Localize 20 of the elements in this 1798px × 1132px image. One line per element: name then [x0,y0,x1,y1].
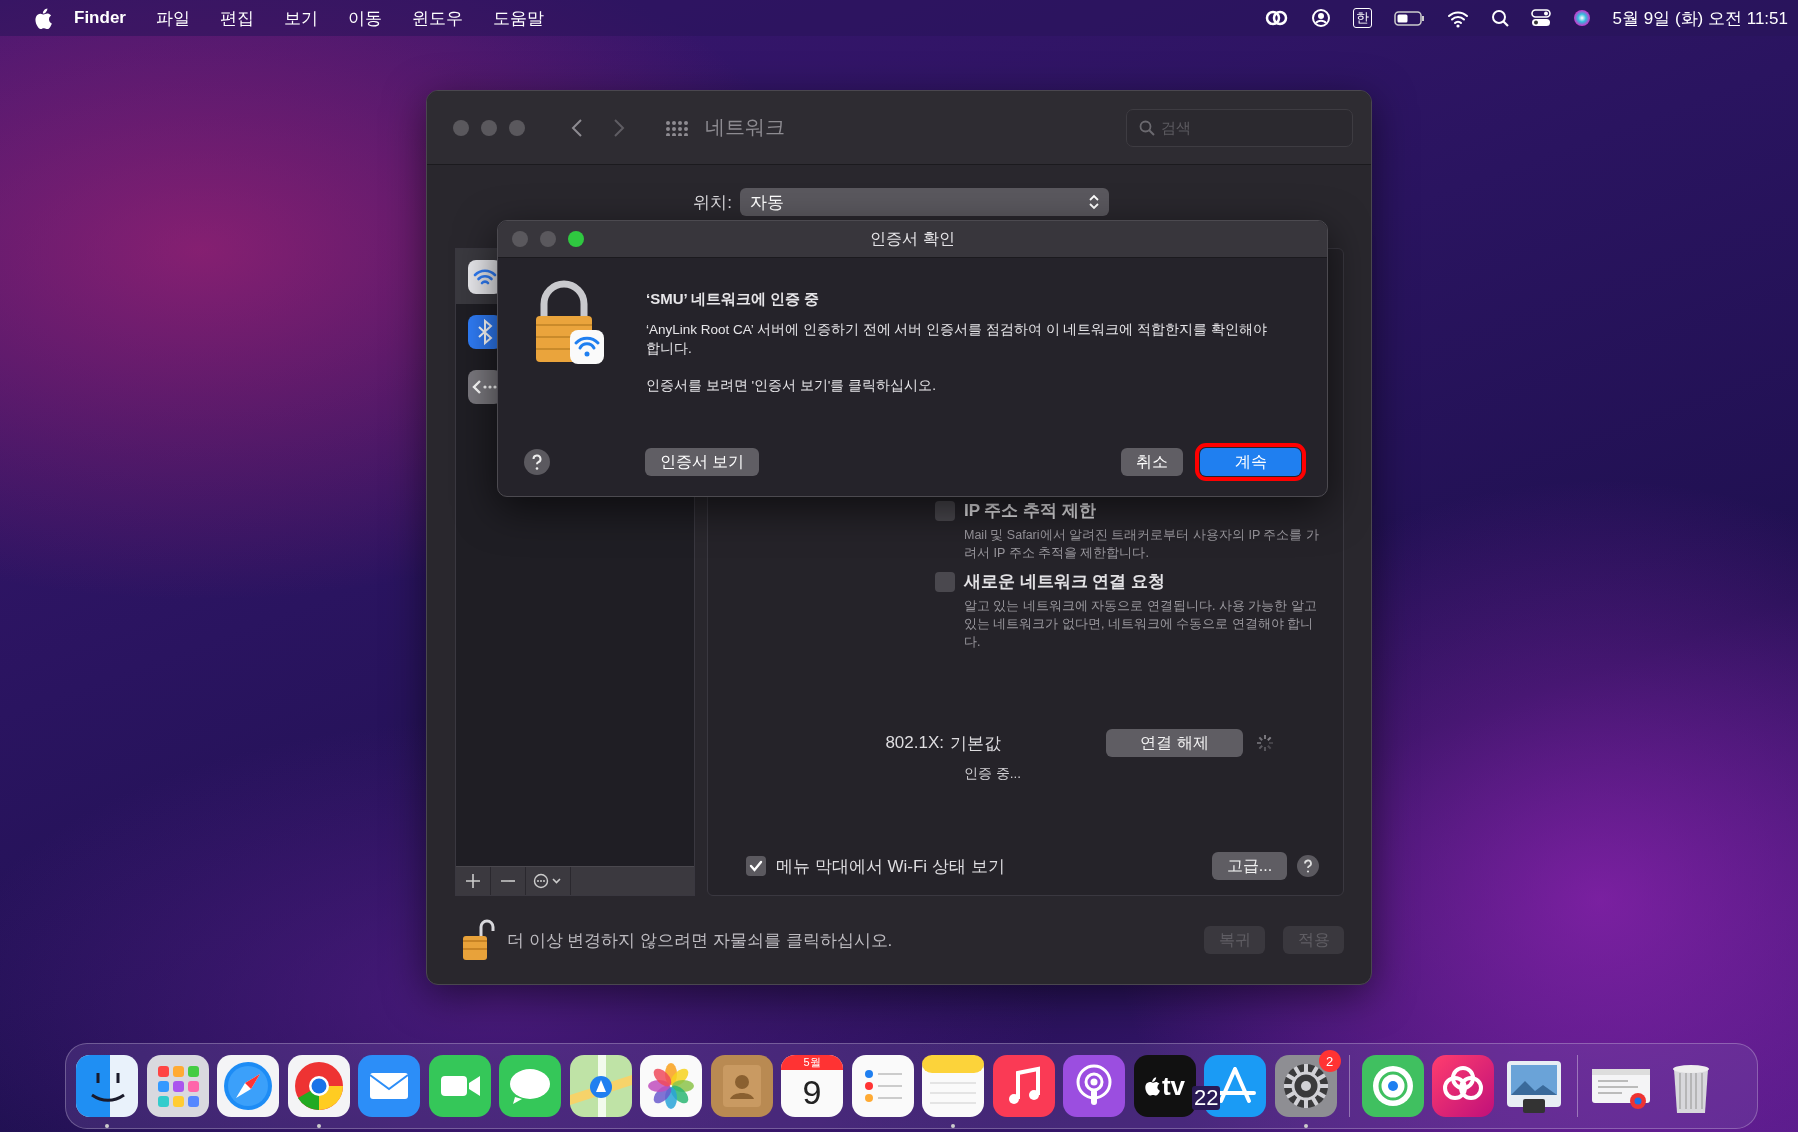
location-label: 위치: [692,191,732,214]
window-title: 네트워크 [705,115,785,140]
option-description: Mail 및 Safari에서 알려진 트래커로부터 사용자의 IP 주소를 가려서 IP 주소 추적을 제한합니다. [964,527,1319,562]
status-text: 인증 중... [964,765,1022,783]
tv-label: tv [1161,1070,1186,1102]
dialog-hint: 인증서를 보려면 '인증서 보기'를 클릭하십시오. [646,377,937,395]
dialog-message: ‘AnyLink Root CA’ 서버에 인증하기 전에 서버 인증서를 점검하여 이 네트워크에 적합한지를 확인해야 합니다. [646,321,1268,358]
page-number: 22 [1194,1085,1219,1110]
calendar-day: 9 [802,1070,822,1114]
option-description: 알고 있는 네트워크에 자동으로 연결됩니다. 사용 가능한 알고 있는 네트워크가 없다면, 네트워크에 수동으로 연결해야 합니다. [964,598,1318,651]
field-value: 기본값 [950,732,1002,755]
checkbox-label: 메뉴 막대에서 Wi-Fi 상태 보기 [776,855,1005,878]
notification-badge: 2 [1318,1050,1341,1072]
lock-message: 더 이상 변경하지 않으려면 자물쇠를 클릭하십시오. [507,929,893,952]
dialog-title: 인증서 확인 [870,228,955,249]
option-label: 새로운 네트워크 연결 요청 [964,571,1167,593]
dialog-heading: ‘SMU’ 네트워크에 인증 중 [646,290,821,309]
calendar-month: 5월 [781,1055,843,1070]
field-label: 802.1X: [884,733,944,753]
option-label: IP 주소 추적 제한 [964,500,1097,522]
